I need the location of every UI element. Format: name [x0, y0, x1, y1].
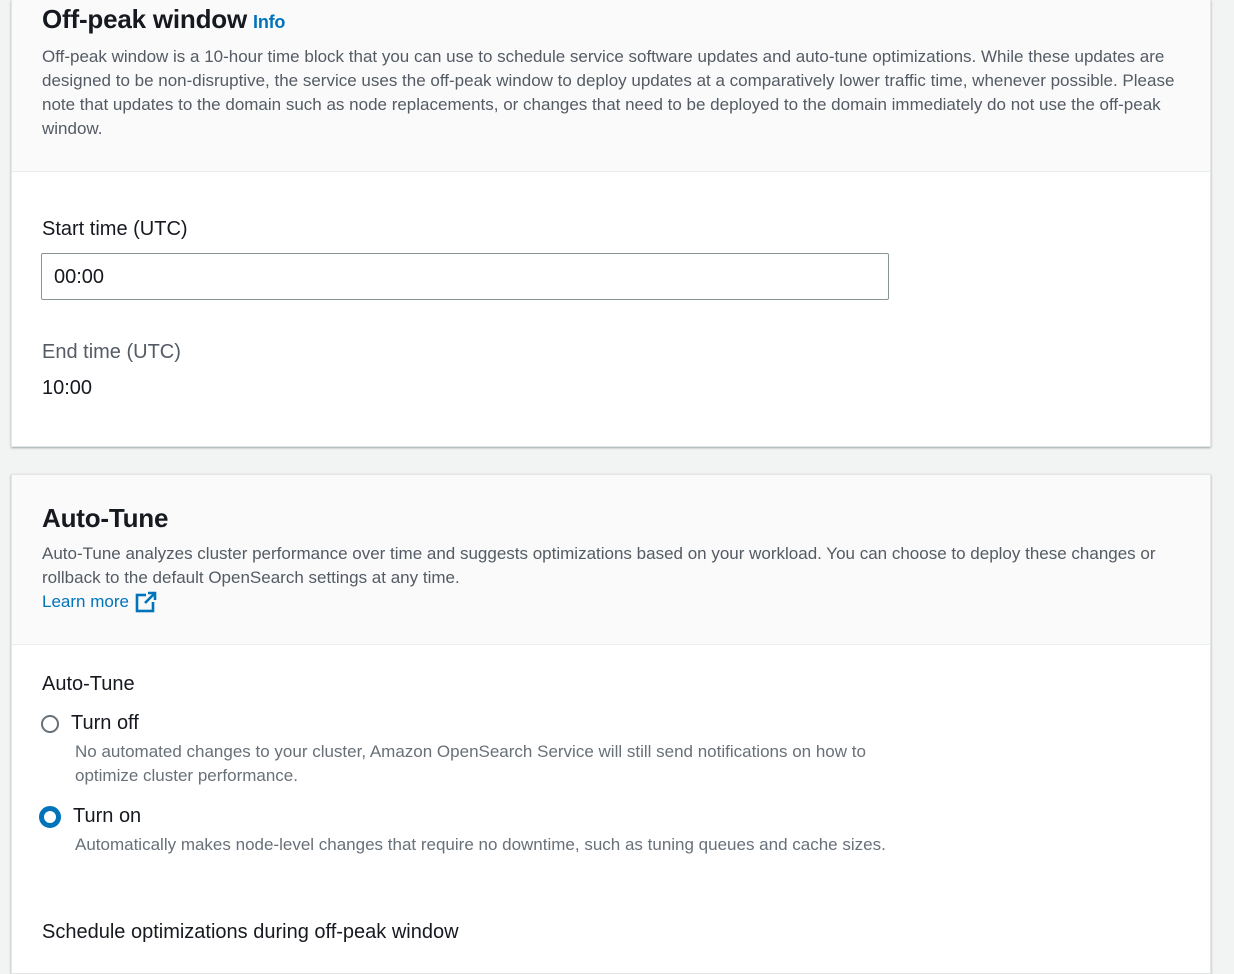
offpeak-window-title: Off-peak window	[42, 4, 248, 34]
learn-more-label: Learn more	[42, 592, 129, 611]
learn-more-link[interactable]: Learn more	[42, 590, 157, 614]
autotune-description-text: Auto-Tune analyzes cluster performance o…	[42, 544, 1156, 587]
end-time-value: 10:00	[42, 377, 93, 399]
end-time-label: End time (UTC)	[42, 341, 181, 363]
offpeak-window-header: Off-peak window Info Off-peak window is a…	[12, 0, 1210, 172]
autotune-field-label: Auto-Tune	[42, 673, 135, 695]
schedule-optimizations-label: Schedule optimizations during off-peak w…	[42, 921, 459, 943]
autotune-panel: Auto-Tune Auto-Tune analyzes cluster per…	[11, 474, 1211, 974]
autotune-description: Auto-Tune analyzes cluster performance o…	[42, 542, 1192, 614]
autotune-header: Auto-Tune Auto-Tune analyzes cluster per…	[12, 475, 1210, 645]
offpeak-window-panel: Off-peak window Info Off-peak window is a…	[11, 0, 1211, 447]
external-link-icon	[135, 591, 157, 613]
radio-turn-on-control[interactable]	[39, 805, 61, 828]
start-time-input[interactable]: 00:00	[41, 253, 889, 300]
offpeak-window-title-row: Off-peak window Info	[42, 4, 285, 35]
radio-turn-off-description: No automated changes to your cluster, Am…	[75, 742, 866, 785]
info-link[interactable]: Info	[253, 12, 285, 32]
offpeak-window-description: Off-peak window is a 10-hour time block …	[42, 47, 1175, 138]
radio-turn-on-label: Turn on	[73, 805, 142, 827]
radio-turn-on-description: Automatically makes node-level changes t…	[75, 835, 886, 854]
radio-turn-on[interactable]: Turn on	[39, 805, 142, 828]
radio-turn-off-label: Turn off	[71, 712, 139, 734]
start-time-label: Start time (UTC)	[42, 218, 188, 240]
radio-turn-off-control[interactable]	[41, 714, 59, 733]
radio-turn-off[interactable]: Turn off	[41, 712, 139, 735]
autotune-title: Auto-Tune	[42, 503, 169, 533]
